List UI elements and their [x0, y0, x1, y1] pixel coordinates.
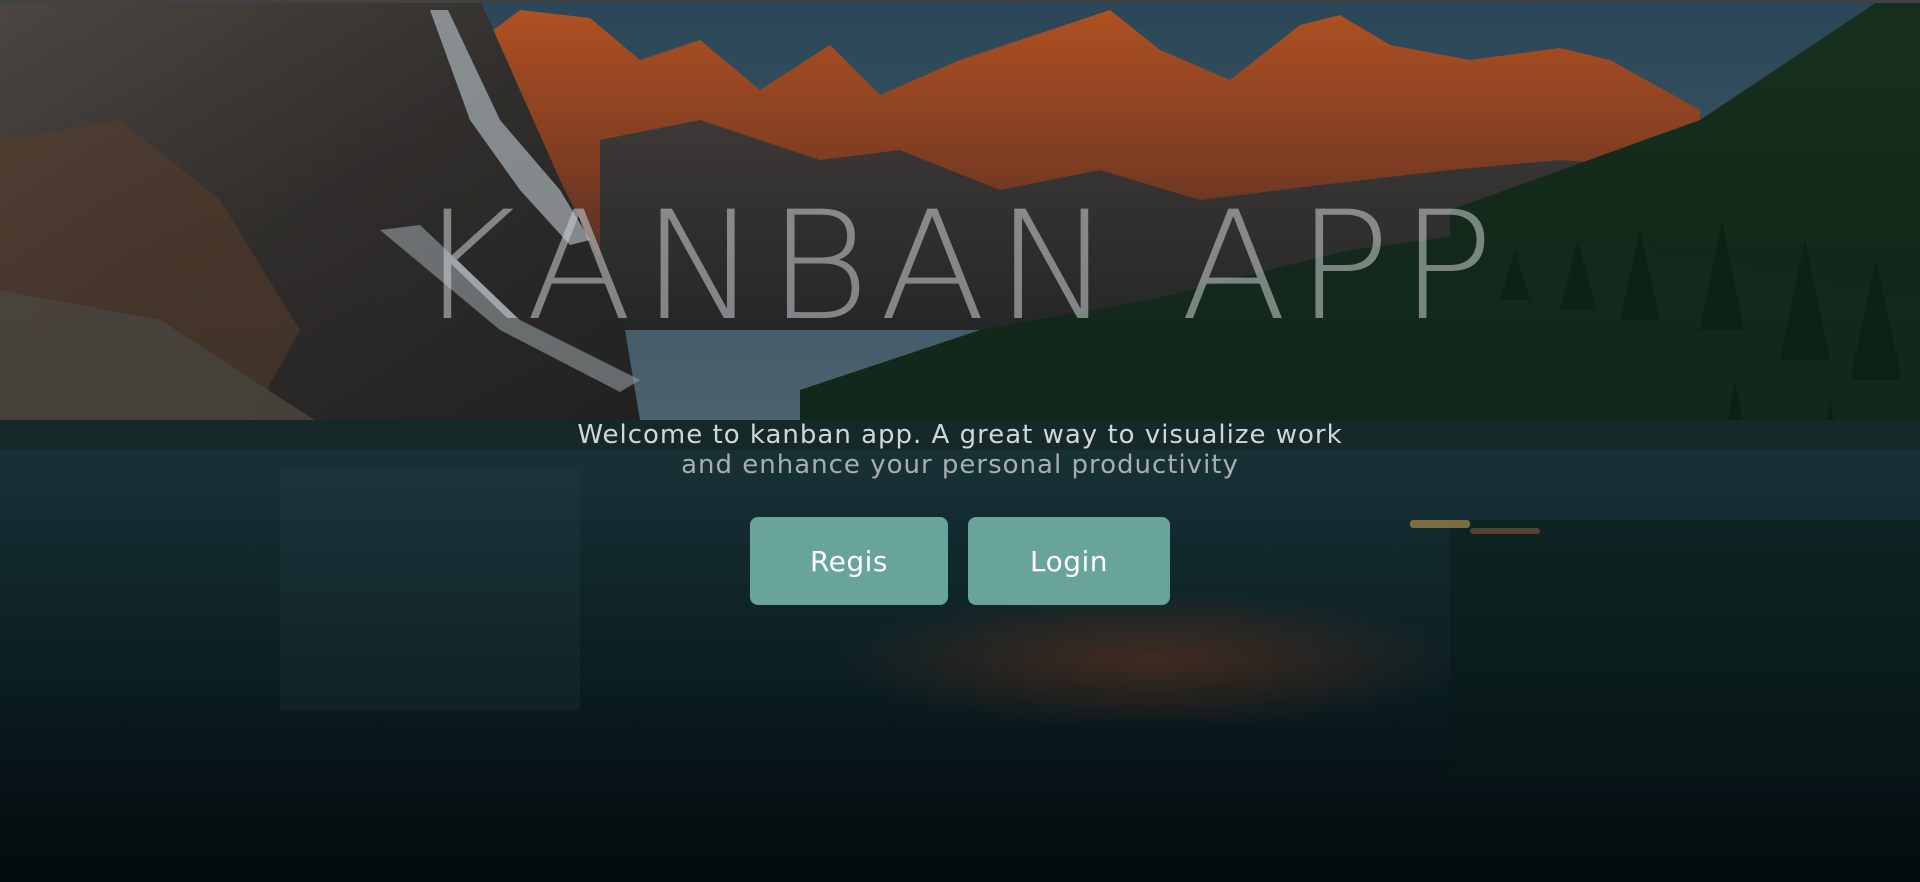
hero-subtitle-line-1: Welcome to kanban app. A great way to vi…	[577, 420, 1343, 450]
hero-subtitle: Welcome to kanban app. A great way to vi…	[0, 420, 1920, 480]
hero-subtitle-line-2: and enhance your personal productivity	[681, 450, 1239, 480]
register-button[interactable]: Regis	[750, 517, 948, 605]
login-button[interactable]: Login	[968, 517, 1170, 605]
hero-section: KANBAN APP Welcome to kanban app. A grea…	[0, 0, 1920, 882]
page-title: KANBAN APP	[416, 180, 1504, 354]
landing-page: KANBAN APP Welcome to kanban app. A grea…	[0, 0, 1920, 882]
window-top-border	[0, 0, 1920, 3]
hero-actions: Regis Login	[750, 517, 1170, 605]
